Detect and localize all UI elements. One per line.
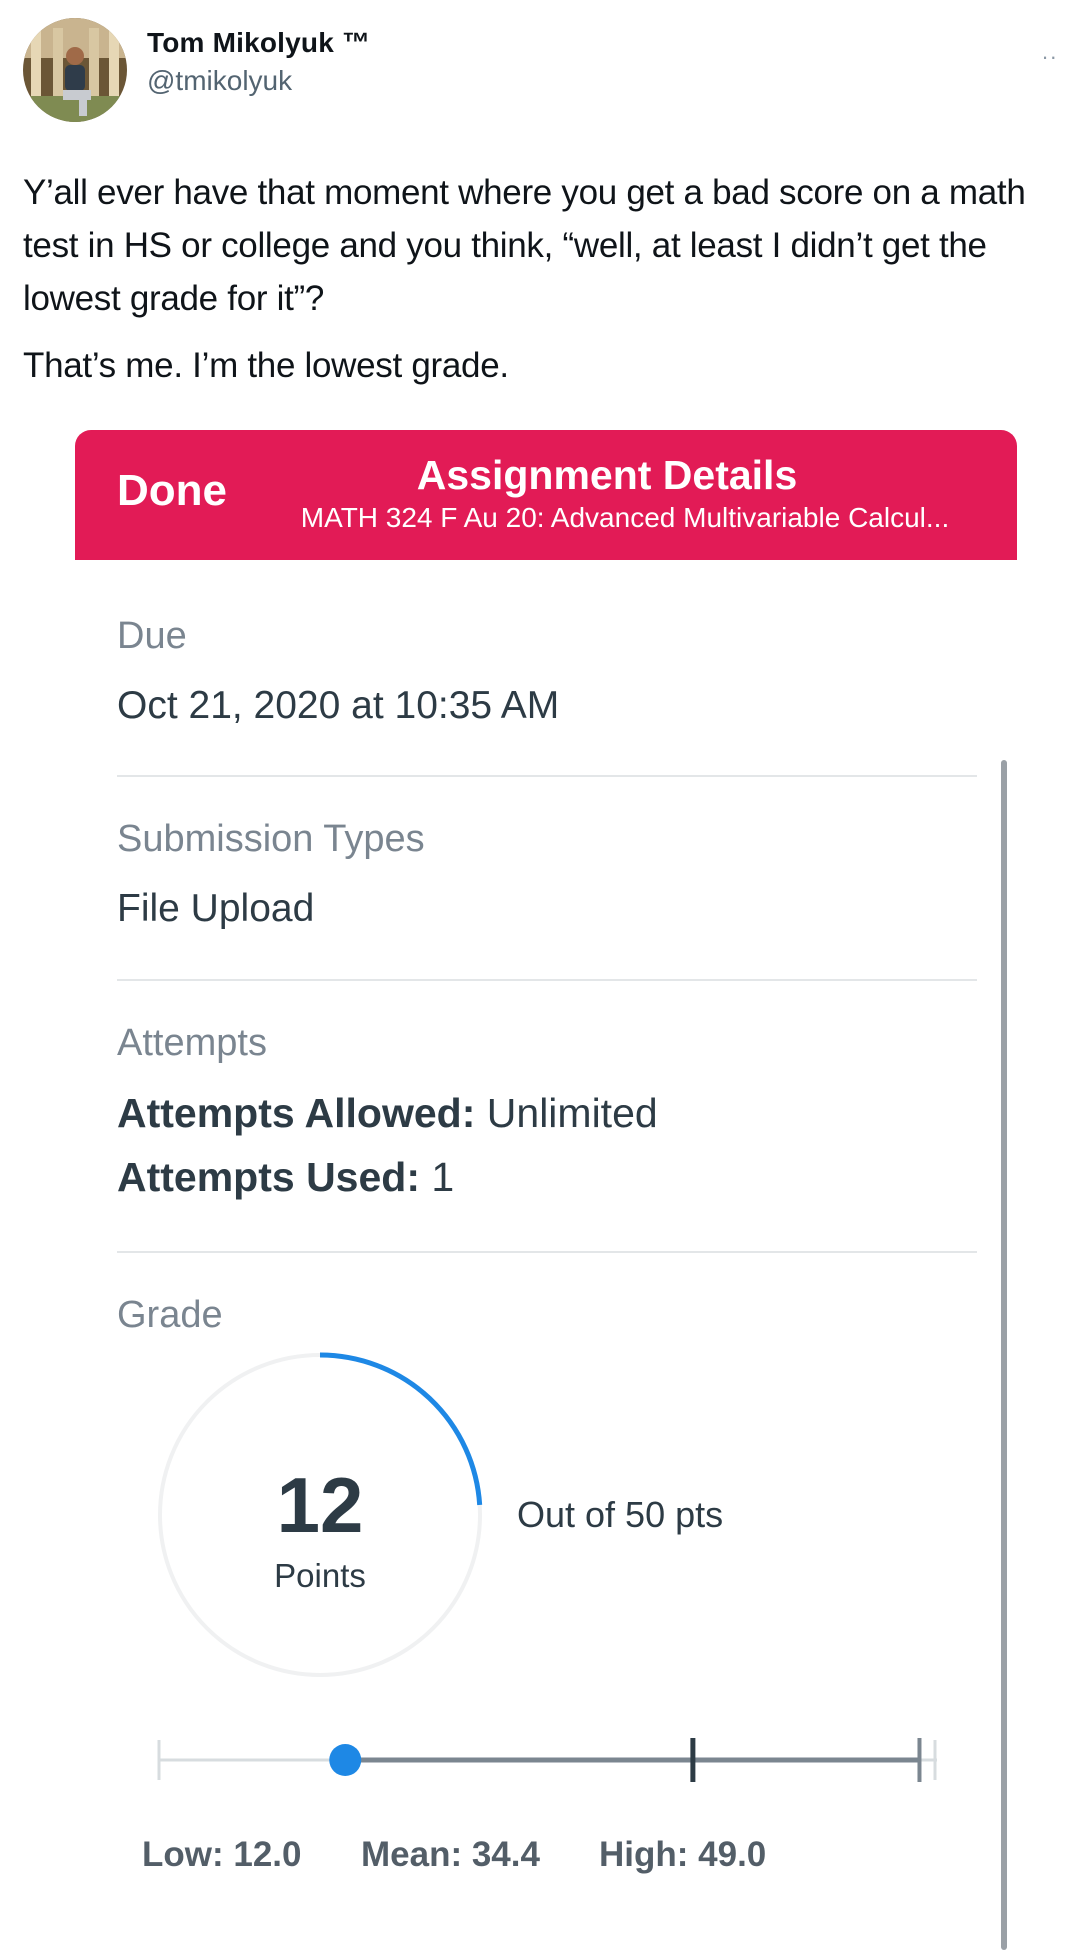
grade-out-of: Out of 50 pts (517, 1494, 724, 1535)
more-icon[interactable]: ·· (1041, 44, 1058, 70)
grade-distribution-bar (157, 1738, 937, 1782)
grade-section: Grade (117, 1294, 977, 1337)
tweet-paragraph: That’s me. I’m the lowest grade. (23, 346, 509, 385)
due-label: Due (117, 615, 187, 657)
author-handle[interactable]: @tmikolyuk (147, 65, 370, 97)
done-button[interactable]: Done (117, 466, 227, 516)
attempts-used: Attempts Used: 1 (117, 1145, 977, 1209)
due-value: Oct 21, 2020 at 10:35 AM (117, 684, 560, 727)
attempts-allowed-label: Attempts Allowed: (117, 1090, 476, 1136)
tweet-paragraph: Y’all ever have that moment where you ge… (23, 173, 1026, 318)
submission-label: Submission Types (117, 818, 425, 860)
distribution-score-marker (329, 1744, 362, 1776)
nav-bar: Done Assignment Details MATH 324 F Au 20… (75, 430, 1017, 560)
attempts-label: Attempts (117, 1022, 267, 1064)
divider (117, 1251, 977, 1253)
low-label: Low: 12.0 (142, 1835, 302, 1874)
grade-points-label: Points (274, 1557, 366, 1594)
author-name[interactable]: Tom Mikolyuk ™ (147, 27, 370, 59)
grade-points: 12 (276, 1461, 364, 1549)
tweet-header: Tom Mikolyuk ™ @tmikolyuk (23, 18, 370, 122)
assignment-details-screenshot[interactable]: Done Assignment Details MATH 324 F Au 20… (75, 430, 1017, 1958)
grade-label: Grade (117, 1294, 223, 1336)
nav-title: Assignment Details (416, 452, 798, 498)
submission-value: File Upload (117, 887, 315, 930)
attempts-allowed: Attempts Allowed: Unlimited (117, 1081, 977, 1145)
tweet-text: Y’all ever have that moment where you ge… (23, 166, 1043, 392)
nav-subtitle: MATH 324 F Au 20: Advanced Multivariable… (300, 502, 950, 533)
divider (117, 775, 977, 777)
attempts-section: Attempts Attempts Allowed: Unlimited Att… (117, 1022, 977, 1209)
author-block: Tom Mikolyuk ™ @tmikolyuk (147, 27, 370, 97)
due-section: Due Oct 21, 2020 at 10:35 AM (117, 615, 977, 728)
submission-section: Submission Types File Upload (117, 818, 977, 931)
mean-label: Mean: 34.4 (361, 1835, 540, 1874)
attempts-used-label: Attempts Used: (117, 1154, 420, 1200)
tweet-page: Tom Mikolyuk ™ @tmikolyuk ·· Y’all ever … (0, 0, 1072, 1958)
attempts-allowed-value: Unlimited (486, 1090, 658, 1136)
attempts-used-value: 1 (431, 1154, 455, 1200)
avatar[interactable] (23, 18, 127, 122)
high-label: High: 49.0 (599, 1835, 767, 1874)
scrollbar[interactable] (1001, 760, 1007, 1950)
divider (117, 979, 977, 981)
